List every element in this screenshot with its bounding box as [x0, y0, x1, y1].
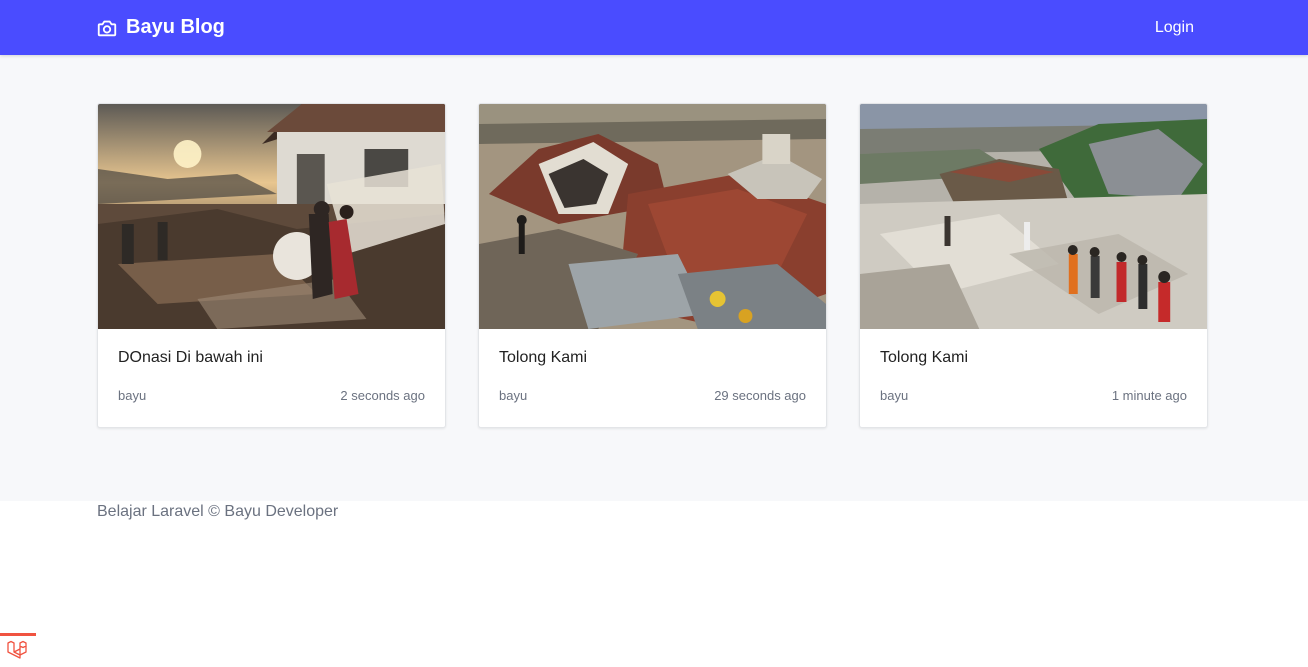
- post-author: bayu: [118, 388, 147, 403]
- laravel-debugbar-toggle[interactable]: [0, 633, 36, 667]
- post-image[interactable]: [98, 104, 445, 329]
- post-card-body: Tolong Kami bayu 29 seconds ago: [479, 329, 826, 403]
- main-content: DOnasi Di bawah ini bayu 2 seconds ago T…: [0, 55, 1308, 501]
- post-meta: bayu 29 seconds ago: [499, 388, 806, 403]
- post-title[interactable]: Tolong Kami: [499, 349, 806, 371]
- post-title[interactable]: Tolong Kami: [880, 349, 1187, 371]
- post-image[interactable]: [479, 104, 826, 329]
- footer-text: Belajar Laravel © Bayu Developer: [97, 503, 339, 520]
- post-time: 1 minute ago: [1111, 388, 1187, 403]
- post-card[interactable]: Tolong Kami bayu 29 seconds ago: [478, 103, 827, 428]
- post-author: bayu: [499, 388, 528, 403]
- navbar: Bayu Blog Login: [0, 0, 1308, 55]
- post-time: 29 seconds ago: [714, 388, 806, 403]
- camera-icon: [96, 17, 118, 39]
- post-card-body: Tolong Kami bayu 1 minute ago: [860, 329, 1207, 403]
- brand-title: Bayu Blog: [126, 16, 225, 38]
- post-title[interactable]: DOnasi Di bawah ini: [118, 349, 425, 371]
- post-meta: bayu 1 minute ago: [880, 388, 1187, 403]
- post-card[interactable]: Tolong Kami bayu 1 minute ago: [859, 103, 1208, 428]
- laravel-logo-icon: [7, 639, 29, 664]
- post-time: 2 seconds ago: [340, 388, 425, 403]
- post-card-body: DOnasi Di bawah ini bayu 2 seconds ago: [98, 329, 445, 403]
- post-card[interactable]: DOnasi Di bawah ini bayu 2 seconds ago: [97, 103, 446, 428]
- post-grid: DOnasi Di bawah ini bayu 2 seconds ago T…: [0, 103, 1308, 428]
- post-image[interactable]: [860, 104, 1207, 329]
- post-author: bayu: [880, 388, 909, 403]
- footer: Belajar Laravel © Bayu Developer: [0, 501, 1308, 521]
- post-meta: bayu 2 seconds ago: [118, 388, 425, 403]
- login-link[interactable]: Login: [1155, 0, 1194, 55]
- brand-link[interactable]: Bayu Blog: [96, 0, 225, 55]
